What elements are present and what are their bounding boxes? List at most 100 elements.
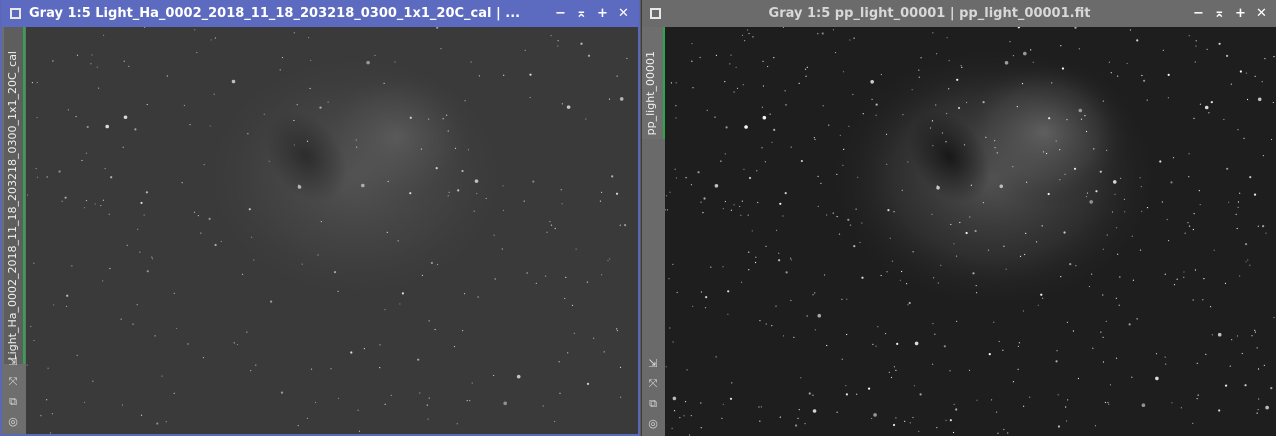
window-titlebar-right[interactable]: Gray 1:5 pp_light_00001 | pp_light_00001… — [642, 0, 1276, 27]
star — [932, 145, 934, 147]
star — [668, 278, 670, 280]
star — [355, 139, 357, 141]
fit-view-icon[interactable]: ⇲ — [5, 354, 21, 370]
settings-icon[interactable]: ◎ — [5, 414, 21, 430]
star — [350, 351, 353, 354]
shade-button[interactable]: ⌅ — [573, 5, 590, 22]
star — [1126, 62, 1128, 65]
star — [862, 113, 864, 115]
clone-icon[interactable]: ⧉ — [5, 394, 21, 410]
star — [524, 49, 526, 51]
star — [950, 223, 952, 226]
star — [193, 211, 196, 213]
star — [1187, 222, 1189, 224]
star — [875, 103, 878, 106]
star — [794, 424, 798, 427]
star — [46, 176, 48, 178]
star — [187, 343, 189, 345]
maximize-button[interactable]: + — [594, 5, 611, 22]
image-window-right[interactable]: Gray 1:5 pp_light_00001 | pp_light_00001… — [641, 0, 1276, 436]
star — [692, 305, 694, 307]
maximize-button[interactable]: + — [1232, 5, 1249, 22]
star — [730, 54, 732, 56]
star — [789, 257, 792, 259]
close-button[interactable]: ✕ — [1253, 5, 1270, 22]
star — [601, 274, 603, 276]
star — [557, 40, 559, 42]
star — [993, 321, 995, 323]
minimize-button[interactable]: − — [1190, 5, 1207, 22]
star — [1048, 117, 1051, 120]
star — [529, 73, 532, 76]
star — [136, 304, 138, 306]
star — [61, 200, 63, 202]
star — [1041, 225, 1043, 227]
star — [447, 195, 449, 197]
star — [836, 173, 838, 175]
star — [931, 120, 934, 122]
view-tab-right[interactable]: pp_light_00001 — [642, 27, 665, 139]
star — [872, 343, 874, 345]
clone-icon[interactable]: ⧉ — [645, 396, 661, 412]
star — [832, 29, 835, 31]
star — [619, 97, 624, 101]
star — [586, 281, 589, 283]
star — [932, 323, 934, 325]
zoom-icon[interactable]: ⤧ — [5, 374, 21, 390]
star — [748, 32, 750, 35]
star — [196, 51, 198, 54]
star — [838, 233, 841, 235]
star — [1192, 228, 1194, 231]
star — [1196, 398, 1198, 400]
star — [417, 358, 420, 361]
star — [1108, 61, 1110, 63]
star — [1208, 112, 1210, 114]
image-window-left[interactable]: Gray 1:5 Light_Ha_0002_2018_11_18_203218… — [0, 0, 640, 436]
star — [880, 274, 882, 277]
star — [841, 358, 843, 360]
star — [963, 144, 966, 146]
star — [462, 330, 464, 332]
star — [859, 241, 861, 244]
view-tab-left[interactable]: Light_Ha_0002_2018_11_18_203218_0300_1x1… — [4, 27, 25, 364]
image-canvas-right[interactable] — [665, 27, 1276, 436]
star — [1188, 153, 1190, 155]
shade-button[interactable]: ⌅ — [1211, 5, 1228, 22]
star — [961, 66, 963, 68]
star — [1243, 137, 1245, 139]
star — [394, 61, 396, 63]
star — [861, 222, 863, 224]
star — [427, 418, 429, 420]
star — [665, 366, 667, 368]
star — [1172, 157, 1175, 159]
star — [248, 208, 251, 211]
star — [132, 323, 134, 325]
star — [808, 392, 811, 395]
star — [1055, 360, 1058, 363]
settings-icon[interactable]: ◎ — [645, 416, 661, 432]
star — [1132, 279, 1135, 281]
star — [690, 415, 692, 417]
star — [476, 192, 478, 195]
window-titlebar-left[interactable]: Gray 1:5 Light_Ha_0002_2018_11_18_203218… — [2, 0, 638, 27]
fit-view-icon[interactable]: ⇲ — [645, 356, 661, 372]
star — [899, 279, 901, 281]
star — [1194, 61, 1196, 63]
zoom-icon[interactable]: ⤧ — [645, 376, 661, 392]
image-canvas-left[interactable] — [26, 27, 638, 434]
minimize-button[interactable]: − — [552, 5, 569, 22]
star — [611, 175, 614, 178]
star — [884, 333, 887, 335]
star — [870, 80, 874, 84]
star — [756, 170, 758, 172]
star — [1136, 39, 1139, 42]
star — [573, 332, 575, 334]
star — [748, 251, 750, 253]
star — [1012, 55, 1015, 57]
star — [817, 175, 819, 177]
star — [566, 105, 571, 109]
star — [309, 87, 311, 90]
close-button[interactable]: ✕ — [615, 5, 632, 22]
star — [722, 403, 725, 405]
star — [503, 401, 508, 406]
